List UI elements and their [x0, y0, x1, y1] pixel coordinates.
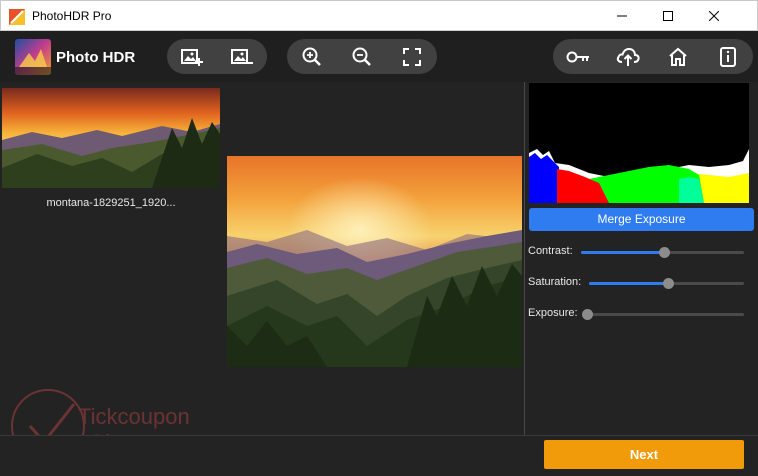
zoom-in-icon [302, 47, 321, 66]
thumbnail-image[interactable] [2, 88, 220, 188]
app-logo [15, 39, 51, 75]
exposure-label: Exposure: [528, 307, 578, 319]
exposure-slider[interactable] [582, 309, 744, 320]
fit-screen-button[interactable] [387, 39, 437, 74]
footer: Next [0, 436, 758, 476]
maximize-button[interactable] [645, 1, 691, 31]
controls-panel: Merge Exposure Contrast: Saturation: Exp… [525, 82, 758, 435]
preview-panel [226, 82, 524, 435]
remove-image-button[interactable] [217, 39, 267, 74]
contrast-slider[interactable] [581, 247, 744, 258]
zoom-tools-group [287, 39, 437, 74]
key-icon [566, 51, 589, 62]
title-bar: PhotoHDR Pro [0, 0, 758, 31]
exposure-slider-handle[interactable] [582, 309, 593, 320]
close-button[interactable] [691, 1, 737, 31]
zoom-out-button[interactable] [337, 39, 387, 74]
info-button[interactable] [703, 39, 753, 74]
add-image-button[interactable] [167, 39, 217, 74]
next-button[interactable]: Next [544, 440, 744, 469]
contrast-label: Contrast: [528, 245, 573, 257]
histogram [529, 83, 749, 203]
window-title: PhotoHDR Pro [32, 9, 112, 23]
app-tools-group [553, 39, 753, 74]
upload-cloud-icon [616, 47, 640, 66]
license-key-button[interactable] [553, 39, 603, 74]
merge-exposure-button[interactable]: Merge Exposure [529, 208, 754, 231]
contrast-slider-handle[interactable] [659, 247, 671, 258]
saturation-slider-handle[interactable] [663, 278, 675, 289]
app-icon [9, 9, 25, 25]
brand-title: Photo HDR [56, 49, 136, 66]
home-icon [669, 47, 687, 66]
fit-screen-icon [403, 47, 421, 66]
maximize-icon [663, 11, 673, 21]
zoom-out-icon [352, 47, 371, 66]
toolbar: Photo HDR [0, 31, 758, 82]
saturation-slider-row: Saturation: [528, 275, 753, 291]
minimize-button[interactable] [599, 1, 645, 31]
contrast-slider-row: Contrast: [528, 244, 753, 260]
hdr-preview-image [227, 156, 522, 367]
thumbnail-filename: montana-1829251_1920... [46, 197, 176, 209]
contrast-slider-fill [581, 251, 665, 254]
image-tools-group [167, 39, 267, 74]
watermark-line1: Tickcoupon [78, 404, 190, 429]
info-icon [720, 46, 736, 67]
add-image-icon [181, 48, 203, 66]
minimize-icon [617, 15, 627, 17]
saturation-slider[interactable] [589, 278, 744, 289]
upload-button[interactable] [603, 39, 653, 74]
zoom-in-button[interactable] [287, 39, 337, 74]
saturation-label: Saturation: [528, 276, 582, 288]
exposure-slider-row: Exposure: [528, 306, 753, 322]
close-icon [709, 11, 719, 21]
saturation-slider-fill [589, 282, 669, 285]
remove-image-icon [231, 48, 253, 64]
home-button[interactable] [653, 39, 703, 74]
